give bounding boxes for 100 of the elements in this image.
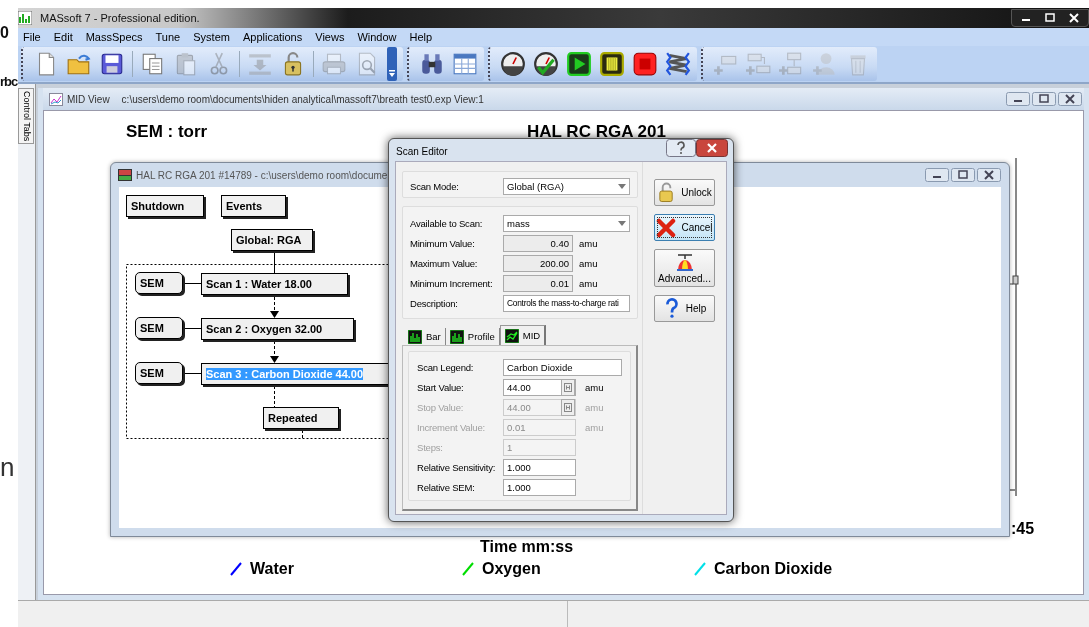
dropdown[interactable]: Global (RGA) bbox=[503, 177, 630, 195]
field-label: Increment Value: bbox=[417, 421, 486, 433]
events-node[interactable]: Events bbox=[221, 195, 286, 217]
file-path: c:\users\demo room\documents\hiden analytical\massoft7\breath test0.exp View:1 bbox=[121, 93, 484, 105]
unit-label: amu bbox=[585, 401, 604, 413]
dropdown[interactable]: mass bbox=[503, 214, 630, 232]
shutdown-node[interactable]: Shutdown bbox=[126, 195, 204, 217]
app-icon bbox=[18, 11, 32, 25]
background-text: 0 bbox=[0, 24, 9, 42]
input-field[interactable]: 1.000 bbox=[503, 458, 576, 476]
input-field[interactable]: 1.000 bbox=[503, 478, 576, 496]
table-icon[interactable] bbox=[452, 51, 478, 77]
menu-item[interactable]: Tune bbox=[155, 31, 181, 43]
close-button[interactable] bbox=[977, 168, 1001, 182]
repeat-node[interactable]: Repeated bbox=[263, 407, 339, 429]
help-button[interactable]: Help bbox=[654, 295, 715, 322]
chart-window-icon bbox=[49, 92, 63, 106]
field-label: Steps: bbox=[417, 441, 444, 453]
window-title: HAL RC RGA 201 #14789 - c:\users\demo room\docume bbox=[136, 169, 388, 181]
input-field[interactable]: 44.00 bbox=[503, 378, 576, 396]
menu-item[interactable]: Edit bbox=[53, 31, 73, 43]
minimize-button[interactable] bbox=[1006, 92, 1030, 106]
connector-line bbox=[274, 385, 275, 408]
connector-line bbox=[302, 429, 303, 439]
flow-arrow bbox=[270, 296, 279, 318]
input-field[interactable]: 200.00 bbox=[503, 254, 573, 272]
stop-icon[interactable] bbox=[632, 51, 658, 77]
dialog-title: Scan Editor bbox=[396, 146, 448, 157]
detector-node[interactable]: SEM bbox=[135, 317, 183, 339]
close-button[interactable] bbox=[696, 139, 728, 157]
legend-label: Oxygen bbox=[482, 560, 541, 578]
input-field[interactable]: 0.01 bbox=[503, 274, 573, 292]
close-button[interactable] bbox=[1058, 92, 1082, 106]
minimize-button[interactable] bbox=[925, 168, 949, 182]
save-icon[interactable] bbox=[99, 51, 125, 77]
tab[interactable]: MID bbox=[499, 325, 547, 345]
field-label: Minimum Increment: bbox=[410, 277, 494, 289]
detector-node[interactable]: SEM bbox=[135, 272, 183, 294]
connector-line bbox=[274, 250, 275, 275]
menu-item[interactable]: File bbox=[23, 31, 41, 43]
chart-icon bbox=[504, 328, 519, 343]
input-field[interactable]: Controls the mass-to-charge rati bbox=[503, 294, 630, 312]
input-field[interactable]: 0.40 bbox=[503, 234, 573, 252]
gauge-icon[interactable] bbox=[500, 51, 526, 77]
background-text: n bbox=[0, 452, 15, 483]
dropdown-arrow-icon bbox=[618, 183, 626, 189]
scan-node[interactable]: Scan 2 : Oxygen 32.00 bbox=[201, 318, 354, 340]
field-label: Maximum Value: bbox=[410, 257, 479, 269]
help-button[interactable] bbox=[666, 139, 696, 157]
field-label: Relative Sensitivity: bbox=[417, 461, 497, 473]
axis-title: Time mm:ss bbox=[480, 538, 575, 557]
binoculars-icon[interactable] bbox=[419, 51, 445, 77]
spin-button[interactable] bbox=[561, 378, 575, 396]
menu-item[interactable]: Window bbox=[357, 31, 397, 43]
field-label: Minimum Value: bbox=[410, 237, 476, 249]
instrument-icon bbox=[118, 169, 132, 181]
flow-arrow bbox=[270, 340, 279, 363]
advanced-button[interactable]: Advanced... bbox=[654, 249, 715, 287]
striped-square-icon[interactable] bbox=[599, 51, 625, 77]
unit-label: amu bbox=[579, 277, 598, 289]
axis-unit-label: SEM : torr bbox=[126, 122, 209, 143]
maximize-button[interactable] bbox=[951, 168, 975, 182]
menu-item[interactable]: Applications bbox=[242, 31, 303, 43]
menu-item[interactable]: Help bbox=[409, 31, 433, 43]
tab[interactable]: Profile bbox=[445, 328, 500, 345]
spring-icon[interactable] bbox=[665, 51, 691, 77]
cross-icon bbox=[656, 217, 677, 238]
window-title: MASsoft 7 - Professional edition. bbox=[40, 12, 200, 24]
window-title: MID View bbox=[67, 93, 110, 105]
menu-item[interactable]: System bbox=[193, 31, 230, 43]
background-text: rbc bbox=[0, 74, 18, 89]
gauge-check-icon[interactable] bbox=[533, 51, 559, 77]
unlock-button[interactable]: Unlock bbox=[654, 179, 715, 206]
chart-title: HAL RC RGA 201 bbox=[527, 122, 667, 143]
field-label: Description: bbox=[410, 297, 459, 309]
field-label: Scan Legend: bbox=[417, 361, 475, 373]
field-label: Start Value: bbox=[417, 381, 465, 393]
maximize-button[interactable] bbox=[1032, 92, 1056, 106]
menu-item[interactable]: Views bbox=[315, 31, 345, 43]
legend-label: Water bbox=[250, 560, 294, 578]
field-label: Scan Mode: bbox=[410, 180, 460, 192]
propeller-cap-icon bbox=[674, 252, 695, 272]
side-tab[interactable]: Control Tabs bbox=[18, 88, 34, 145]
field-label: Relative SEM: bbox=[417, 481, 476, 493]
tab[interactable]: Bar bbox=[404, 328, 446, 345]
global-node[interactable]: Global: RGA bbox=[231, 229, 313, 251]
legend-label: Carbon Dioxide bbox=[714, 560, 833, 578]
menu-item[interactable]: MassSpecs bbox=[85, 31, 143, 43]
unit-label: amu bbox=[585, 381, 604, 393]
unit-label: amu bbox=[579, 237, 598, 249]
input-field[interactable]: Carbon Dioxide bbox=[503, 358, 622, 376]
chart-icon bbox=[449, 329, 464, 344]
play-icon[interactable] bbox=[566, 51, 592, 77]
unit-label: amu bbox=[585, 421, 604, 433]
scan-node[interactable]: Scan 1 : Water 18.00 bbox=[201, 273, 348, 295]
overflow-icon[interactable] bbox=[387, 47, 397, 81]
detector-node[interactable]: SEM bbox=[135, 362, 183, 384]
unit-label: amu bbox=[579, 257, 598, 269]
field-label: Stop Value: bbox=[417, 401, 465, 413]
axis-tick-label: :45 bbox=[1011, 520, 1036, 538]
